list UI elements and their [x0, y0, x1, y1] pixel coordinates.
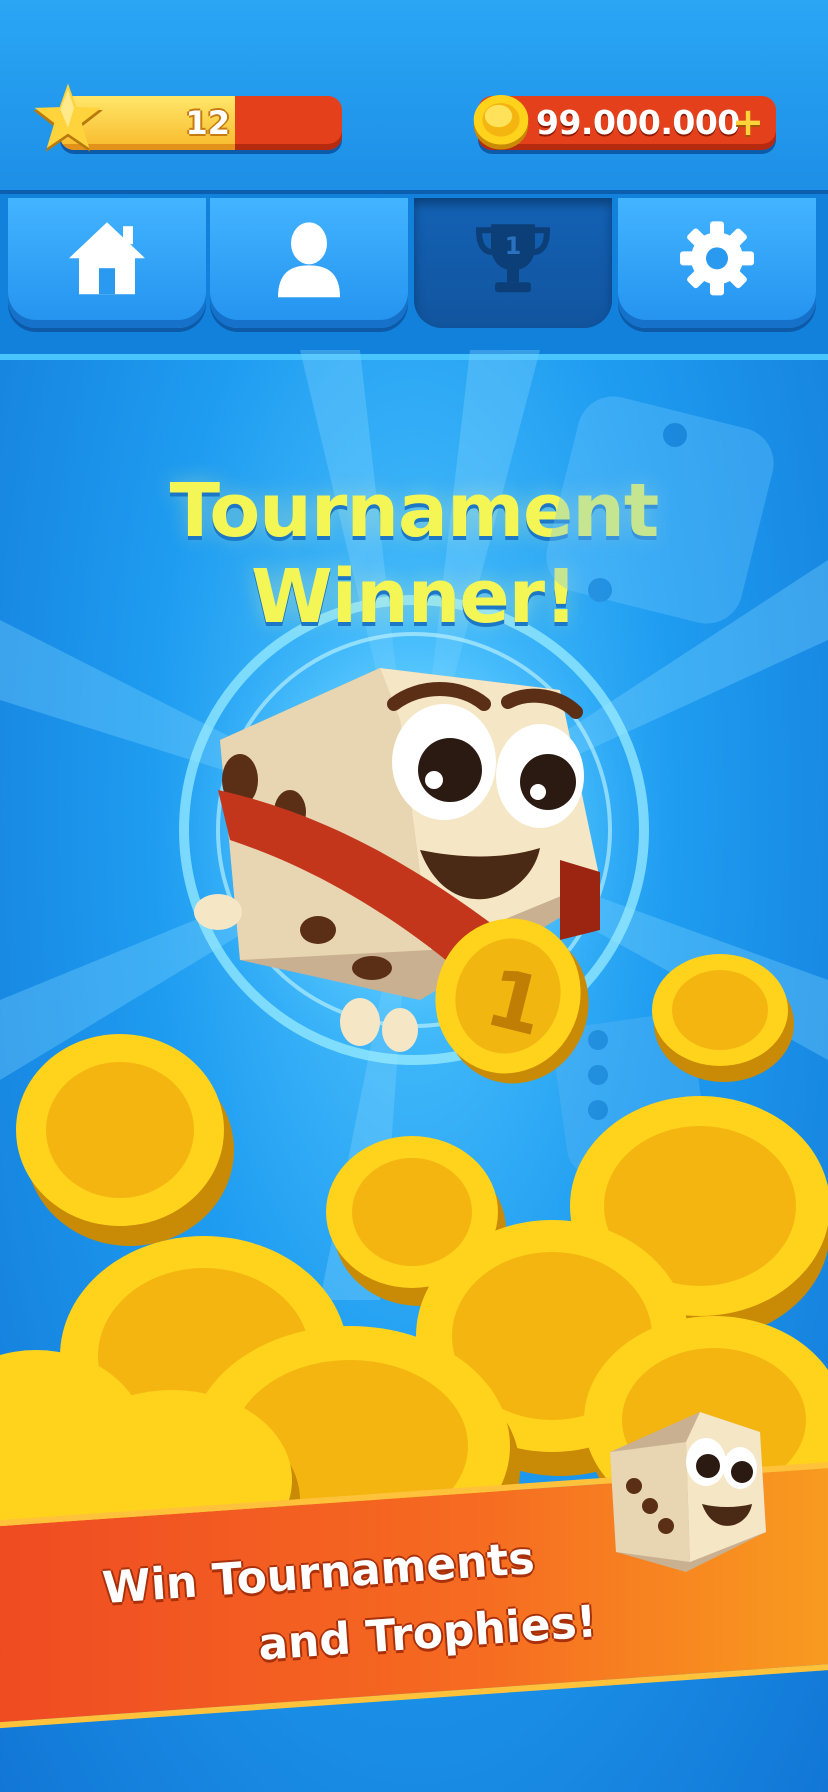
- tab-tournaments[interactable]: 1: [414, 198, 612, 328]
- home-icon: [69, 222, 145, 295]
- add-coins-button[interactable]: +: [732, 100, 764, 144]
- trophy-icon: 1: [475, 224, 551, 293]
- tab-settings[interactable]: [618, 198, 816, 328]
- trophy-number: 1: [505, 232, 522, 260]
- star-icon: [33, 83, 103, 152]
- mini-dice-mascot-icon: [610, 1412, 766, 1572]
- coin-amount: 99.000.000: [536, 103, 740, 142]
- tab-home[interactable]: [8, 198, 206, 328]
- tab-bar: 1: [0, 190, 828, 360]
- top-bar: 12 99.000.000 +: [0, 0, 828, 190]
- coin-icon: [473, 94, 529, 150]
- level-number: 12: [185, 104, 230, 142]
- person-icon: [278, 222, 340, 298]
- background-die-icon: [546, 396, 774, 624]
- tab-profile[interactable]: [210, 198, 408, 328]
- gear-icon: [680, 221, 754, 296]
